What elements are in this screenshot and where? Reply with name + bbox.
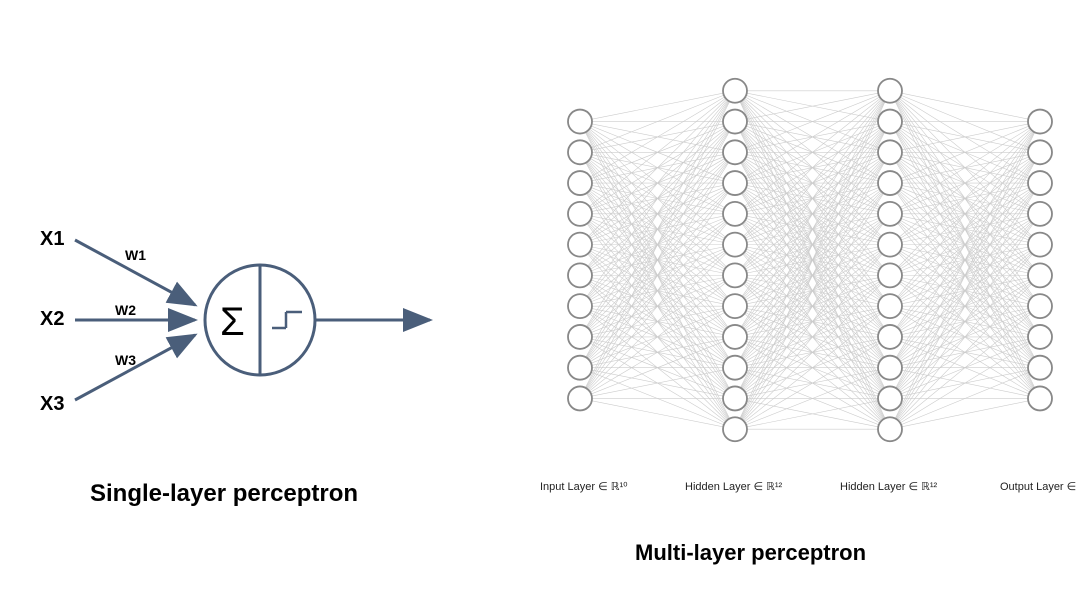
- mlp-node: [1028, 263, 1052, 287]
- mlp-layer-label-4: Output Layer ∈: [1000, 480, 1076, 493]
- mlp-node: [723, 110, 747, 134]
- mlp-node: [568, 263, 592, 287]
- mlp-node: [723, 356, 747, 380]
- input-x3-label: X3: [40, 393, 64, 415]
- mlp-edges: [580, 91, 1040, 429]
- slp-svg: X1 X2 X3 W1 W2 W3 Σ: [30, 200, 460, 440]
- mlp-node: [723, 263, 747, 287]
- mlp-node: [878, 140, 902, 164]
- mlp-node: [1028, 294, 1052, 318]
- mlp-node: [568, 356, 592, 380]
- mlp-node: [1028, 110, 1052, 134]
- mlp-node: [878, 417, 902, 441]
- mlp-node: [878, 110, 902, 134]
- mlp-node: [723, 171, 747, 195]
- weight-w1-label: W1: [125, 247, 146, 263]
- mlp-node: [723, 202, 747, 226]
- single-layer-perceptron-diagram: X1 X2 X3 W1 W2 W3 Σ Sin: [0, 0, 460, 608]
- mlp-node: [723, 325, 747, 349]
- mlp-node: [1028, 171, 1052, 195]
- mlp-node: [723, 386, 747, 410]
- mlp-node: [878, 294, 902, 318]
- mlp-node: [568, 325, 592, 349]
- mlp-layer-label-2: Hidden Layer ∈ ℝ¹²: [685, 480, 782, 493]
- mlp-node: [1028, 202, 1052, 226]
- sum-symbol: Σ: [220, 300, 245, 344]
- mlp-node: [878, 79, 902, 103]
- weight-w2-label: W2: [115, 302, 136, 318]
- mlp-svg: [460, 50, 1080, 470]
- multi-layer-perceptron-diagram: Input Layer ∈ ℝ¹⁰ Hidden Layer ∈ ℝ¹² Hid…: [460, 0, 1080, 608]
- mlp-layer-label-3: Hidden Layer ∈ ℝ¹²: [840, 480, 937, 493]
- mlp-node: [568, 202, 592, 226]
- mlp-node: [1028, 386, 1052, 410]
- mlp-node: [723, 79, 747, 103]
- mlp-title: Multi-layer perceptron: [635, 540, 866, 566]
- mlp-node: [878, 386, 902, 410]
- mlp-node: [878, 171, 902, 195]
- input-arrow-3: [75, 335, 195, 400]
- mlp-node: [878, 263, 902, 287]
- mlp-node: [878, 325, 902, 349]
- mlp-node: [723, 417, 747, 441]
- mlp-node: [568, 294, 592, 318]
- mlp-node: [568, 140, 592, 164]
- mlp-node: [878, 356, 902, 380]
- mlp-node: [878, 233, 902, 257]
- mlp-node: [723, 233, 747, 257]
- input-x2-label: X2: [40, 308, 64, 330]
- weight-w3-label: W3: [115, 352, 136, 368]
- mlp-node: [568, 386, 592, 410]
- mlp-node: [878, 202, 902, 226]
- mlp-node: [1028, 356, 1052, 380]
- mlp-node: [723, 294, 747, 318]
- mlp-node: [723, 140, 747, 164]
- mlp-layer-label-1: Input Layer ∈ ℝ¹⁰: [540, 480, 628, 493]
- input-x1-label: X1: [40, 228, 64, 250]
- mlp-node: [568, 171, 592, 195]
- mlp-node: [568, 110, 592, 134]
- slp-title: Single-layer perceptron: [90, 480, 358, 508]
- mlp-node: [1028, 140, 1052, 164]
- mlp-node: [568, 233, 592, 257]
- mlp-node: [1028, 325, 1052, 349]
- mlp-node: [1028, 233, 1052, 257]
